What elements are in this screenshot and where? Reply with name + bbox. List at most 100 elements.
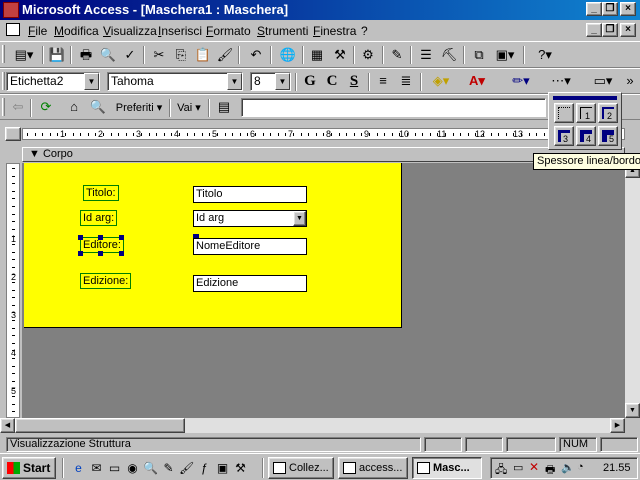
selection-handle[interactable] [119,251,124,256]
horizontal-scrollbar[interactable]: ◀ ▶ [0,418,625,433]
bold-button[interactable]: G [300,71,320,91]
scroll-down-button[interactable]: ▼ [625,403,640,418]
help-icon[interactable]: ?▾ [529,45,561,65]
spelling-icon[interactable]: ✓ [120,45,140,65]
new-object-icon[interactable]: ▣▾ [491,45,519,65]
align-center-icon[interactable]: ≣ [396,71,416,91]
notepad-icon[interactable]: ✎ [161,461,176,476]
close-button[interactable]: × [620,2,636,16]
label-id-arg[interactable]: Id arg: [80,210,118,226]
align-left-icon[interactable]: ≡ [373,71,393,91]
menu-formato[interactable]: Formato [206,24,251,38]
toolbar-grip[interactable] [2,72,5,90]
special-effect-icon[interactable]: ▭▾ [588,71,618,91]
printer-icon[interactable]: 🖶 [545,461,555,480]
undo-icon[interactable]: ↶ [246,45,266,65]
menu-visualizza[interactable]: Visualizza [103,24,157,38]
minimize-button[interactable]: _ [586,2,602,16]
horizontal-ruler[interactable]: 1 2 3 4 5 6 7 8 9 10 11 12 13 14 15 [22,128,625,140]
object-select-combo[interactable]: Etichetta2 ▼ [6,72,100,91]
label-titolo[interactable]: Titolo: [83,185,119,201]
autoformat-icon[interactable]: ⚙ [358,45,378,65]
font-name-combo[interactable]: Tahoma ▼ [107,72,243,91]
home-icon[interactable]: ⌂ [64,97,84,117]
selection-handle[interactable] [78,235,83,240]
insert-hyperlink-icon[interactable]: 🌐 [278,45,298,65]
form-document-icon[interactable] [6,23,20,36]
clock[interactable]: 21.55 [603,462,631,474]
favorites-button[interactable]: Preferiti ▾ [112,98,166,118]
line-color-icon[interactable]: ✏▾ [506,71,536,91]
label-edizione[interactable]: Edizione: [80,273,132,289]
explorer-icon[interactable]: 🔍 [143,461,158,476]
title-bar[interactable]: Microsoft Access - [Maschera1 : Maschera… [0,0,640,20]
utility-icon[interactable]: ƒ [197,461,212,476]
access-key-icon[interactable] [3,2,19,18]
monitor-icon[interactable]: ▭ [513,461,523,474]
scheduler-icon[interactable]: ◔ [577,461,584,473]
print-icon[interactable]: 🖶 [76,45,96,65]
internet-explorer-icon[interactable]: e [71,461,86,476]
line-width-2[interactable]: 2 [598,103,618,123]
menu-finestra[interactable]: Finestra [313,24,356,38]
form-design-area[interactable]: Titolo: Id arg: Editore: Edizione: Titol… [24,163,402,328]
error-icon[interactable]: ✕ [529,460,539,474]
toolbar-grip[interactable] [2,45,5,63]
app-icon[interactable]: ▣ [215,461,230,476]
vertical-scrollbar[interactable]: ▲ ▼ [625,163,640,418]
print-preview-icon[interactable]: 🔍 [98,45,118,65]
italic-button[interactable]: C [322,71,342,91]
show-only-web-toolbar-icon[interactable]: ▤ [214,97,234,117]
address-input[interactable] [241,98,546,117]
paste-icon[interactable]: 📋 [193,45,213,65]
task-maschera[interactable]: Masc... [412,457,482,479]
underline-button[interactable]: S [344,71,364,91]
selection-handle[interactable] [98,235,103,240]
combobox-id-arg[interactable]: Id arg ▼ [193,210,307,227]
font-color-icon[interactable]: A▾ [462,71,492,91]
doc-restore-button[interactable]: ❐ [602,23,618,37]
menu-inserisci[interactable]: Inserisci [158,24,202,38]
selection-handle[interactable] [119,235,124,240]
task-access[interactable]: access... [338,457,408,479]
doc-close-button[interactable]: × [620,23,636,37]
palette-title-bar[interactable] [553,96,617,100]
database-window-icon[interactable]: ⧉ [469,45,489,65]
line-width-4[interactable]: 4 [576,126,596,146]
field-list-icon[interactable]: ▦ [307,45,327,65]
channels-icon[interactable]: ◉ [125,461,140,476]
search-web-icon[interactable]: 🔍 [88,97,108,117]
task-collez[interactable]: Collez... [268,457,334,479]
line-width-1[interactable]: 1 [576,103,596,123]
chevron-down-icon[interactable]: ▼ [227,73,242,90]
network-icon[interactable]: 🖧 [495,461,507,480]
refresh-icon[interactable]: ⟳ [36,97,56,117]
scroll-thumb[interactable] [15,418,185,433]
menu-strumenti[interactable]: Strumenti [257,24,308,38]
speaker-icon[interactable]: 🔈 [561,461,575,474]
vertical-ruler[interactable]: 1 2 3 4 5 [6,163,20,420]
chevron-down-icon[interactable]: ▼ [275,73,290,90]
maximize-button[interactable]: ❐ [602,2,618,16]
back-icon[interactable]: ⇦ [8,97,28,117]
scroll-right-button[interactable]: ▶ [610,418,625,433]
format-painter-icon[interactable]: 🖌 [215,45,235,65]
scroll-left-button[interactable]: ◀ [0,418,15,433]
doc-minimize-button[interactable]: _ [586,23,602,37]
toolbar-grip[interactable] [2,98,5,116]
line-width-3[interactable]: 3 [554,126,574,146]
textbox-nome-editore[interactable]: NomeEditore [193,238,307,255]
line-width-icon[interactable]: ⋯▾ [546,71,576,91]
build-icon[interactable]: ⛏ [439,45,459,65]
toolbox-icon[interactable]: ⚒ [330,45,350,65]
menu-file[interactable]: File [28,24,47,38]
copy-icon[interactable]: ⎘ [171,45,191,65]
line-width-hairline[interactable] [554,103,574,123]
form-selector[interactable] [5,127,21,141]
chevron-down-icon[interactable]: ▼ [293,211,306,226]
font-size-combo[interactable]: 8 ▼ [250,72,291,91]
save-icon[interactable]: 💾 [47,45,67,65]
tool-icon[interactable]: ⚒ [233,461,248,476]
desktop-icon[interactable]: ▭ [107,461,122,476]
selection-handle[interactable] [98,251,103,256]
